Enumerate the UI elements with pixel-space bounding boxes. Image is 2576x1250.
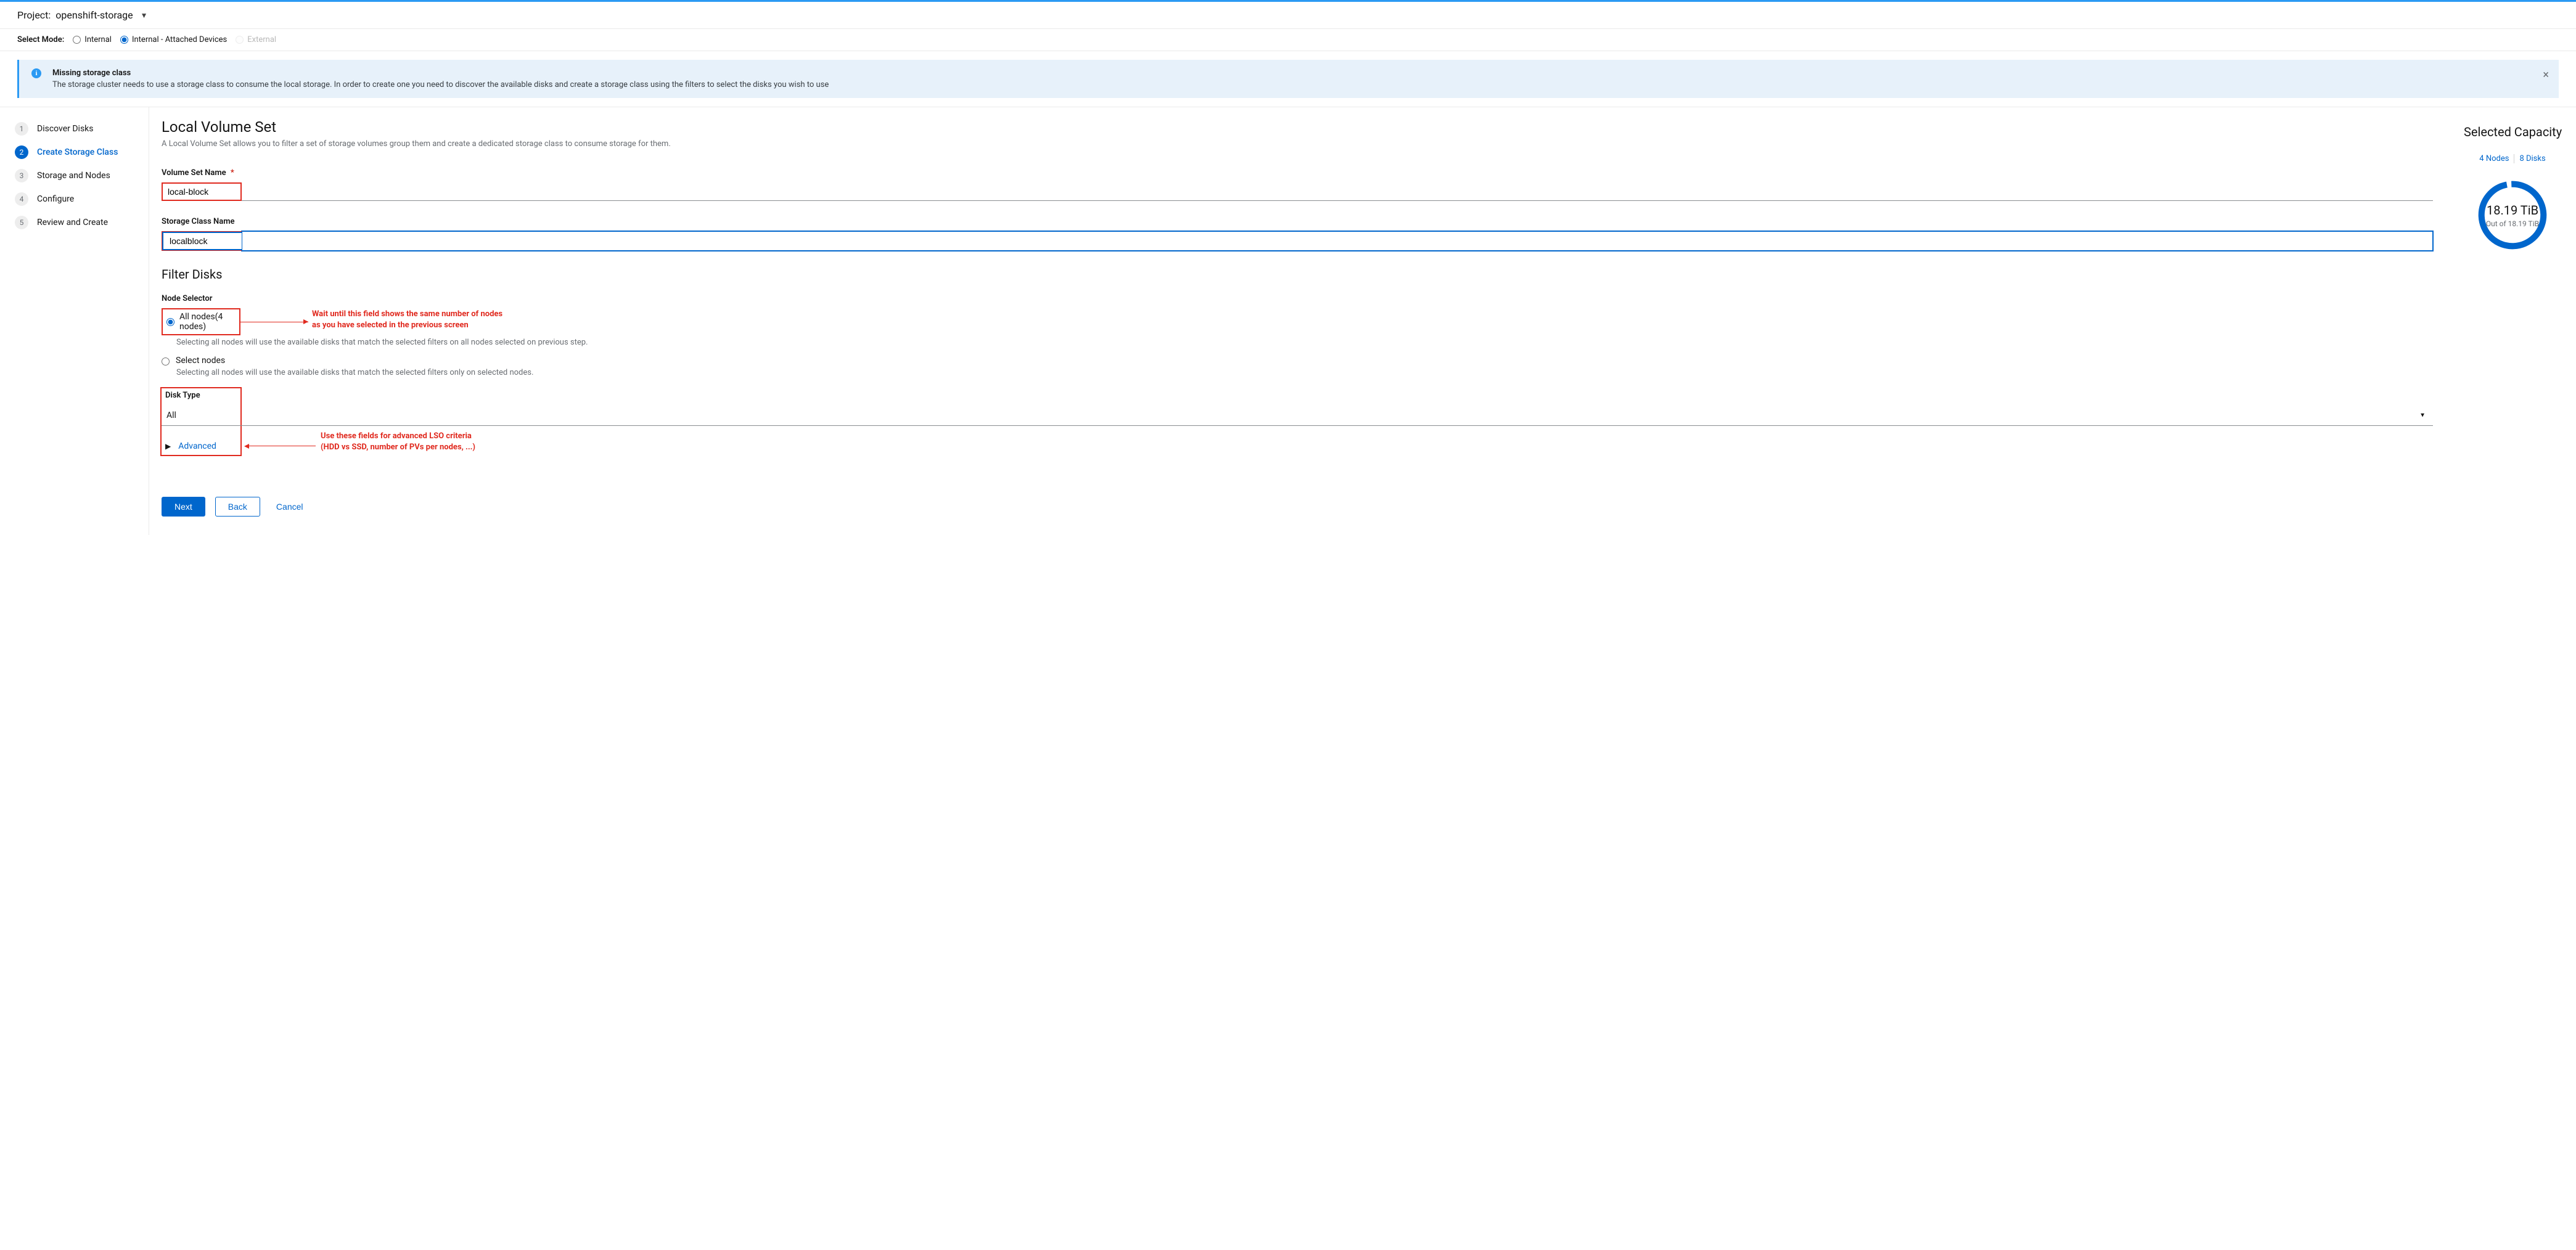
- mode-internal-attached-label: Internal - Attached Devices: [132, 35, 227, 44]
- wizard-steps: 1 Discover Disks 2 Create Storage Class …: [0, 107, 149, 535]
- step-label: Discover Disks: [37, 124, 94, 134]
- project-value[interactable]: openshift-storage: [55, 9, 133, 21]
- step-discover-disks[interactable]: 1 Discover Disks: [15, 117, 136, 141]
- mode-internal[interactable]: Internal: [73, 35, 112, 44]
- select-nodes-option[interactable]: Select nodes: [162, 356, 2433, 366]
- alert-title: Missing storage class: [52, 68, 2529, 78]
- caret-down-icon[interactable]: ▼: [141, 11, 148, 20]
- disk-type-value: All: [166, 411, 176, 420]
- selected-capacity-title: Selected Capacity: [2464, 125, 2561, 139]
- cancel-button[interactable]: Cancel: [270, 497, 310, 516]
- select-nodes-help: Selecting all nodes will use the availab…: [176, 368, 2433, 377]
- disk-annotation-line1: Use these fields for advanced LSO criter…: [321, 431, 475, 442]
- project-bar: Project: openshift-storage ▼: [0, 2, 2576, 29]
- step-number: 4: [15, 192, 28, 206]
- capacity-subtext: Out of 18.19 TiB: [2486, 219, 2539, 228]
- disk-type-select[interactable]: All ▼: [162, 405, 2433, 426]
- select-nodes-label: Select nodes: [176, 356, 225, 366]
- step-configure[interactable]: 4 Configure: [15, 187, 136, 211]
- step-number: 1: [15, 122, 28, 136]
- mode-internal-radio[interactable]: [73, 36, 81, 44]
- filter-disks-heading: Filter Disks: [162, 267, 2433, 282]
- mode-internal-attached[interactable]: Internal - Attached Devices: [120, 35, 227, 44]
- step-storage-and-nodes[interactable]: 3 Storage and Nodes: [15, 164, 136, 187]
- close-icon[interactable]: ×: [2543, 70, 2549, 81]
- nodes-link[interactable]: 4 Nodes: [2479, 154, 2509, 163]
- volume-set-name-input-row: [162, 182, 2433, 201]
- disk-type-region: Disk Type All ▼ ▶ Advanced Use these fie…: [162, 388, 2433, 462]
- step-label: Configure: [37, 194, 74, 204]
- capacity-value: 18.19 TiB: [2487, 203, 2538, 218]
- storage-class-name-group: Storage Class Name: [162, 217, 2433, 251]
- caret-down-icon: ▼: [2419, 412, 2426, 419]
- select-nodes-radio[interactable]: [162, 357, 170, 366]
- alert-body: The storage cluster needs to use a stora…: [52, 80, 2529, 89]
- disks-link[interactable]: 8 Disks: [2519, 154, 2545, 163]
- nodes-annotation-line2: as you have selected in the previous scr…: [312, 320, 502, 331]
- step-label: Storage and Nodes: [37, 171, 110, 181]
- step-label: Create Storage Class: [37, 147, 118, 157]
- alert-missing-storage-class: i Missing storage class The storage clus…: [17, 60, 2559, 98]
- all-nodes-highlight: All nodes(4 nodes): [162, 308, 240, 335]
- all-nodes-radio[interactable]: [166, 318, 174, 326]
- nodes-annotation-line1: Wait until this field shows the same num…: [312, 309, 502, 320]
- advanced-toggle[interactable]: ▶ Advanced: [162, 441, 240, 451]
- page-subtitle: A Local Volume Set allows you to filter …: [162, 139, 2433, 149]
- step-number: 3: [15, 169, 28, 182]
- mode-internal-attached-radio[interactable]: [120, 36, 128, 44]
- volume-set-name-input[interactable]: [163, 184, 240, 200]
- volume-set-name-group: Volume Set Name *: [162, 168, 2433, 201]
- back-button[interactable]: Back: [215, 497, 260, 517]
- advanced-label: Advanced: [178, 441, 216, 451]
- chevron-right-icon: ▶: [165, 442, 171, 451]
- all-nodes-help: Selecting all nodes will use the availab…: [176, 338, 2433, 347]
- storage-class-name-input-rest[interactable]: [242, 231, 2433, 251]
- capacity-donut: 18.19 TiB Out of 18.19 TiB: [2472, 174, 2553, 256]
- required-icon: *: [231, 168, 234, 178]
- node-selector-label: Node Selector: [162, 294, 2433, 303]
- mode-external: External: [236, 35, 276, 44]
- step-number: 2: [15, 145, 28, 159]
- step-create-storage-class[interactable]: 2 Create Storage Class: [15, 141, 136, 164]
- mode-internal-label: Internal: [84, 35, 112, 44]
- volume-set-name-label: Volume Set Name *: [162, 168, 2433, 178]
- node-selector-group: Node Selector All nodes(4 nodes) Wait un…: [162, 294, 2433, 377]
- mode-external-radio: [236, 36, 244, 44]
- nodes-annotation: Wait until this field shows the same num…: [312, 309, 502, 330]
- mode-external-label: External: [247, 35, 276, 44]
- selected-capacity: Selected Capacity 4 Nodes 8 Disks 18.19 …: [2464, 107, 2576, 535]
- main-content: Local Volume Set A Local Volume Set allo…: [149, 107, 2464, 535]
- step-label: Review and Create: [37, 218, 108, 227]
- volume-set-name-input-rest[interactable]: [242, 182, 2433, 201]
- disk-type-label: Disk Type: [162, 388, 2433, 400]
- wizard-layout: 1 Discover Disks 2 Create Storage Class …: [0, 107, 2576, 535]
- mode-bar: Select Mode: Internal Internal - Attache…: [0, 29, 2576, 51]
- all-nodes-label: All nodes(4 nodes): [179, 312, 234, 332]
- disk-annotation-line2: (HDD vs SSD, number of PVs per nodes, ..…: [321, 442, 475, 453]
- capacity-links: 4 Nodes 8 Disks: [2464, 154, 2561, 163]
- page-title: Local Volume Set: [162, 118, 2433, 136]
- info-icon: i: [31, 68, 41, 78]
- storage-class-name-label: Storage Class Name: [162, 217, 2433, 226]
- disk-annotation: Use these fields for advanced LSO criter…: [321, 431, 475, 452]
- project-prefix: Project:: [17, 9, 51, 21]
- mode-label: Select Mode:: [17, 35, 64, 44]
- next-button[interactable]: Next: [162, 497, 205, 517]
- alert-wrap: i Missing storage class The storage clus…: [0, 51, 2576, 107]
- button-row: Next Back Cancel: [162, 497, 2433, 517]
- label-text: Volume Set Name: [162, 168, 226, 178]
- step-number: 5: [15, 216, 28, 229]
- storage-class-name-input[interactable]: [163, 232, 242, 250]
- step-review-and-create[interactable]: 5 Review and Create: [15, 211, 136, 234]
